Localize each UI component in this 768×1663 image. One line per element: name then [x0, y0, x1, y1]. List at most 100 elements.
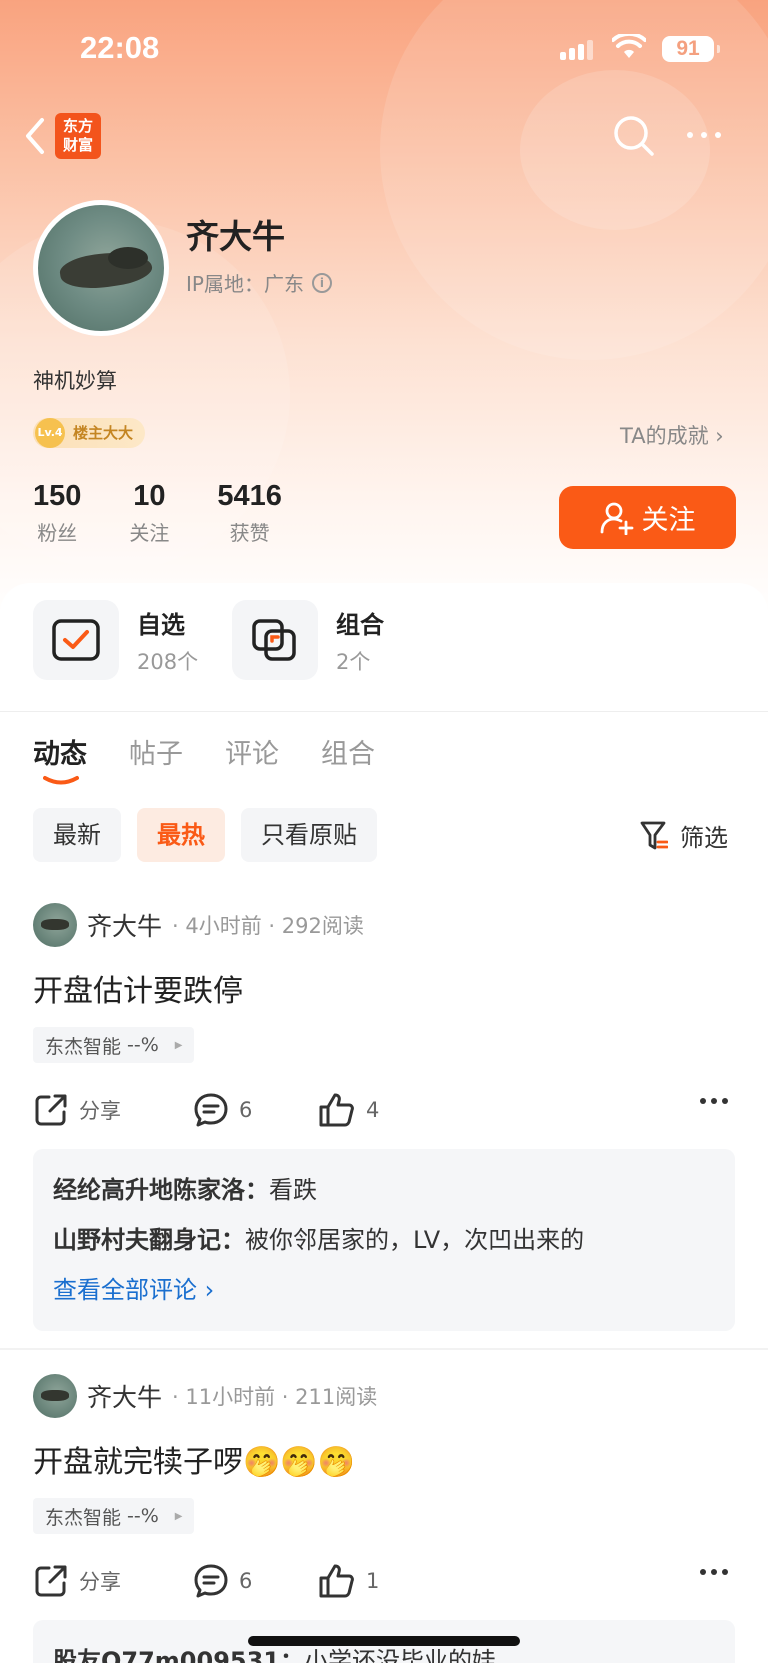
stock-name: 东杰智能 — [45, 1035, 122, 1058]
post-header: 齐大牛 · 4小时前 · 292阅读 — [33, 903, 735, 947]
filter-label: 筛选 — [680, 824, 728, 852]
stock-tag[interactable]: 东杰智能 --% ▶ — [33, 1498, 195, 1534]
like-count: 1 — [366, 1569, 380, 1593]
stat-following[interactable]: 10 关注 — [129, 480, 169, 546]
level-badge[interactable]: Lv.4 楼主大大 — [33, 418, 146, 448]
filter-button[interactable]: 筛选 — [640, 818, 728, 853]
stat-label: 粉丝 — [37, 521, 78, 545]
stock-name: 东杰智能 — [45, 1506, 122, 1529]
add-user-icon — [600, 502, 633, 535]
stock-change: --% — [127, 1505, 159, 1527]
achievements-link[interactable]: TA的成就 › — [620, 420, 724, 450]
like-count: 4 — [366, 1098, 380, 1122]
stock-tag[interactable]: 东杰智能 --% ▶ — [33, 1027, 195, 1063]
ip-location: IP属地：广东 i — [186, 268, 332, 297]
watchlist-icon — [33, 600, 119, 680]
share-icon — [35, 1094, 67, 1126]
view-all-comments-link[interactable]: 查看全部评论 › — [53, 1265, 715, 1315]
stat-value: 150 — [33, 480, 82, 512]
original-only-chip[interactable]: 只看原贴 — [241, 808, 377, 862]
home-indicator[interactable] — [248, 1636, 520, 1646]
sort-filters: 最新 最热 只看原贴 — [33, 808, 377, 862]
avatar-image-subject — [108, 247, 148, 269]
status-time: 22:08 — [80, 30, 160, 65]
follow-label: 关注 — [641, 505, 696, 536]
level-icon: Lv.4 — [35, 418, 65, 448]
profile-avatar[interactable] — [33, 200, 169, 336]
comment-item: 山野村夫翻身记：被你邻居家的，LV，次凹出来的 — [53, 1215, 715, 1265]
app-logo: 东方 财富 — [55, 113, 101, 159]
post-card[interactable]: 齐大牛 · 11小时前 · 211阅读 开盘就完犊子啰🤭🤭🤭 东杰智能 --% … — [33, 1374, 735, 1663]
profile-username: 齐大牛 — [186, 217, 285, 256]
share-icon — [35, 1565, 67, 1597]
play-arrow-icon: ▶ — [174, 1039, 183, 1051]
search-icon[interactable] — [612, 114, 656, 158]
tab-comments[interactable]: 评论 — [225, 732, 279, 771]
tab-activity[interactable]: 动态 — [33, 732, 87, 771]
comment-user[interactable]: 经纶高升地陈家洛： — [53, 1176, 269, 1204]
post-card[interactable]: 齐大牛 · 4小时前 · 292阅读 开盘估计要跌停 东杰智能 --% ▶ 分享… — [33, 903, 735, 1331]
sort-hot-chip[interactable]: 最热 — [137, 808, 225, 862]
post-actions: 分享 6 1 — [33, 1560, 735, 1602]
post-header: 齐大牛 · 11小时前 · 211阅读 — [33, 1374, 735, 1418]
share-button[interactable]: 分享 — [33, 1092, 193, 1128]
badge-label: 楼主大大 — [73, 424, 134, 442]
active-tab-indicator — [43, 776, 79, 785]
stat-label: 关注 — [129, 521, 170, 545]
author-avatar[interactable] — [33, 1374, 77, 1418]
battery-indicator: 91 — [662, 36, 720, 62]
watchlist-shortcut[interactable]: 自选 208个 — [33, 600, 198, 680]
comment-icon — [194, 1093, 228, 1127]
comment-button[interactable]: 6 — [193, 1563, 318, 1599]
stat-followers[interactable]: 150 粉丝 — [33, 480, 81, 546]
comment-count: 6 — [239, 1098, 253, 1122]
thumbs-up-icon — [319, 1093, 354, 1127]
status-bar: 22:08 91 — [0, 0, 768, 100]
comment-button[interactable]: 6 — [193, 1092, 318, 1128]
tab-posts[interactable]: 帖子 — [129, 732, 183, 771]
profile-bio: 神机妙算 — [33, 369, 117, 393]
portfolio-icon — [232, 600, 318, 680]
info-icon[interactable]: i — [311, 272, 332, 293]
cellular-signal-icon — [560, 40, 593, 60]
comment-text: 看跌 — [269, 1176, 317, 1204]
wifi-icon — [612, 34, 646, 58]
watchlist-count: 208个 — [137, 649, 199, 674]
like-button[interactable]: 4 — [318, 1092, 473, 1128]
profile-stats: 150 粉丝 10 关注 5416 获赞 — [33, 480, 330, 546]
post-author[interactable]: 齐大牛 — [87, 907, 162, 943]
portfolio-title: 组合 — [336, 610, 384, 639]
logo-text: 东方 — [62, 117, 93, 135]
post-meta: · 11小时前 · 211阅读 — [172, 1385, 378, 1409]
sort-latest-chip[interactable]: 最新 — [33, 808, 121, 862]
comment-preview[interactable]: 经纶高升地陈家洛：看跌 山野村夫翻身记：被你邻居家的，LV，次凹出来的 查看全部… — [33, 1149, 735, 1331]
comment-text: 小学还没毕业的娃 — [304, 1647, 497, 1663]
share-button[interactable]: 分享 — [33, 1563, 193, 1599]
more-options-icon[interactable] — [684, 120, 724, 150]
stat-value: 5416 — [217, 480, 282, 512]
ip-location-text: IP属地：广东 — [186, 272, 304, 296]
post-title[interactable]: 开盘就完犊子啰🤭🤭🤭 — [33, 1442, 735, 1484]
divider — [0, 711, 768, 712]
post-title[interactable]: 开盘估计要跌停 — [33, 971, 735, 1013]
comment-user[interactable]: 山野村夫翻身记： — [53, 1226, 245, 1254]
tab-portfolios[interactable]: 组合 — [321, 732, 375, 771]
share-label: 分享 — [79, 1099, 121, 1123]
more-options-icon[interactable] — [699, 1568, 729, 1576]
post-author[interactable]: 齐大牛 — [87, 1378, 162, 1414]
stock-change: --% — [127, 1034, 159, 1056]
post-meta: · 4小时前 · 292阅读 — [172, 914, 364, 938]
more-options-icon[interactable] — [699, 1097, 729, 1105]
like-button[interactable]: 1 — [318, 1563, 473, 1599]
comment-user[interactable]: 股友Q77m009531： — [53, 1647, 304, 1663]
portfolio-shortcut[interactable]: 组合 2个 — [232, 600, 384, 680]
stat-value: 10 — [133, 480, 166, 512]
follow-button[interactable]: 关注 — [559, 486, 736, 549]
profile-tabs: 动态 帖子 评论 组合 — [33, 732, 375, 771]
comment-item: 经纶高升地陈家洛：看跌 — [53, 1165, 715, 1215]
share-label: 分享 — [79, 1570, 121, 1594]
author-avatar[interactable] — [33, 903, 77, 947]
back-arrow-icon[interactable] — [20, 116, 50, 156]
comment-text: 被你邻居家的，LV，次凹出来的 — [245, 1226, 585, 1254]
comment-icon — [194, 1564, 228, 1598]
